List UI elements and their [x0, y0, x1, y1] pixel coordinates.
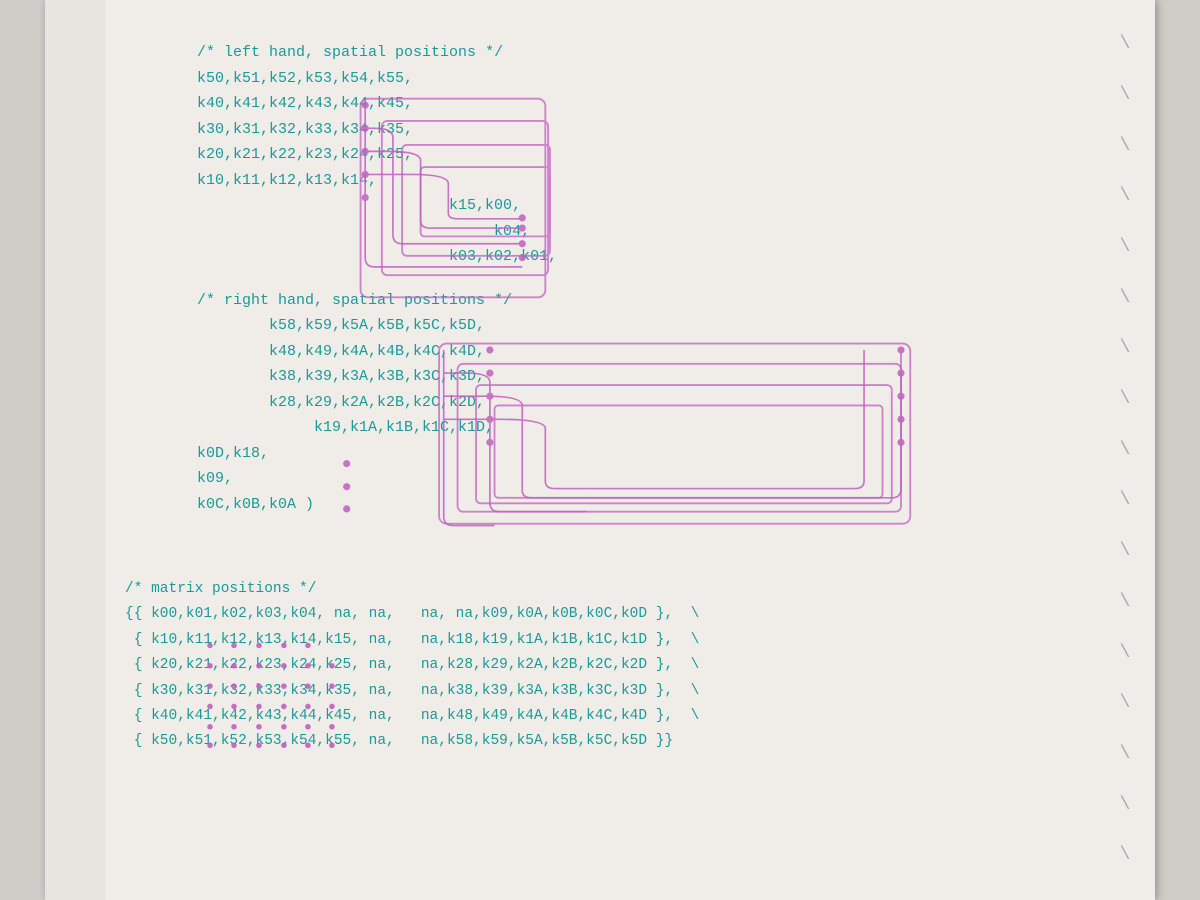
margin-dash: \: [1095, 180, 1155, 212]
margin-lines: \ \ \ \ \ \ \ \ \ \ \ \ \ \ \ \ \: [1095, 0, 1155, 900]
right-hand-row-1: k58,k59,k5A,k5B,k5C,k5D,: [125, 313, 1095, 339]
margin-dash: \: [1095, 130, 1155, 162]
matrix-row-3: { k20,k21,k22,k23,k24,k25, na, na,k28,k2…: [125, 653, 1095, 678]
left-hand-cont-1: k15,k00,: [125, 193, 1095, 219]
right-hand-row-3: k38,k39,k3A,k3B,k3C,k3D,: [125, 364, 1095, 390]
right-hand-row-5: k19,k1A,k1B,k1C,k1D,: [125, 415, 1095, 441]
left-hand-row-4: k20,k21,k22,k23,k24,k25,: [125, 142, 1095, 168]
right-hand-row-4: k28,k29,k2A,k2B,k2C,k2D,: [125, 390, 1095, 416]
left-hand-row-2: k40,k41,k42,k43,k44,k45,: [125, 91, 1095, 117]
matrix-comment: /* matrix positions */: [125, 577, 1095, 602]
code-area: /* left hand, spatial positions */ k50,k…: [125, 40, 1095, 755]
margin-dash: \: [1095, 282, 1155, 314]
left-hand-comment: /* left hand, spatial positions */: [125, 40, 1095, 66]
left-hand-section: /* left hand, spatial positions */ k50,k…: [125, 40, 1095, 270]
margin-dash: \: [1095, 231, 1155, 263]
left-hand-row-1: k50,k51,k52,k53,k54,k55,: [125, 66, 1095, 92]
left-hand-cont-3: k03,k02,k01,: [125, 244, 1095, 270]
matrix-row-2: { k10,k11,k12,k13,k14,k15, na, na,k18,k1…: [125, 628, 1095, 653]
right-hand-comment: /* right hand, spatial positions */: [125, 288, 1095, 314]
margin-dash: \: [1095, 434, 1155, 466]
margin-dash: \: [1095, 687, 1155, 719]
margin-dash: \: [1095, 586, 1155, 618]
right-hand-cont-1: k0D,k18,: [125, 441, 1095, 467]
margin-dash: \: [1095, 383, 1155, 415]
right-hand-cont-3: k0C,k0B,k0A ): [125, 492, 1095, 518]
matrix-row-4: { k30,k31,k32,k33,k34,k35, na, na,k38,k3…: [125, 679, 1095, 704]
matrix-row-6: { k50,k51,k52,k53,k54,k55, na, na,k58,k5…: [125, 729, 1095, 754]
left-hand-cont-2: k04,: [125, 219, 1095, 245]
margin-dash: \: [1095, 738, 1155, 770]
matrix-row-1: {{ k00,k01,k02,k03,k04, na, na, na, na,k…: [125, 602, 1095, 627]
right-hand-row-2: k48,k49,k4A,k4B,k4C,k4D,: [125, 339, 1095, 365]
margin-dash: \: [1095, 484, 1155, 516]
margin-dash: \: [1095, 637, 1155, 669]
right-hand-section: /* right hand, spatial positions */ k58,…: [125, 288, 1095, 518]
left-hand-row-3: k30,k31,k32,k33,k34,k35,: [125, 117, 1095, 143]
document-page: \ \ \ \ \ \ \ \ \ \ \ \ \ \ \ \ \ /* lef…: [45, 0, 1155, 900]
margin-dash: \: [1095, 839, 1155, 871]
matrix-section: /* matrix positions */ {{ k00,k01,k02,k0…: [125, 577, 1095, 755]
matrix-row-5: { k40,k41,k42,k43,k44,k45, na, na,k48,k4…: [125, 704, 1095, 729]
margin-dash: \: [1095, 332, 1155, 364]
margin-dash: \: [1095, 535, 1155, 567]
left-hand-row-5: k10,k11,k12,k13,k14,: [125, 168, 1095, 194]
margin-dash: \: [1095, 28, 1155, 60]
left-margin: [45, 0, 105, 900]
right-hand-cont-2: k09,: [125, 466, 1095, 492]
margin-dash: \: [1095, 79, 1155, 111]
margin-dash: \: [1095, 789, 1155, 821]
